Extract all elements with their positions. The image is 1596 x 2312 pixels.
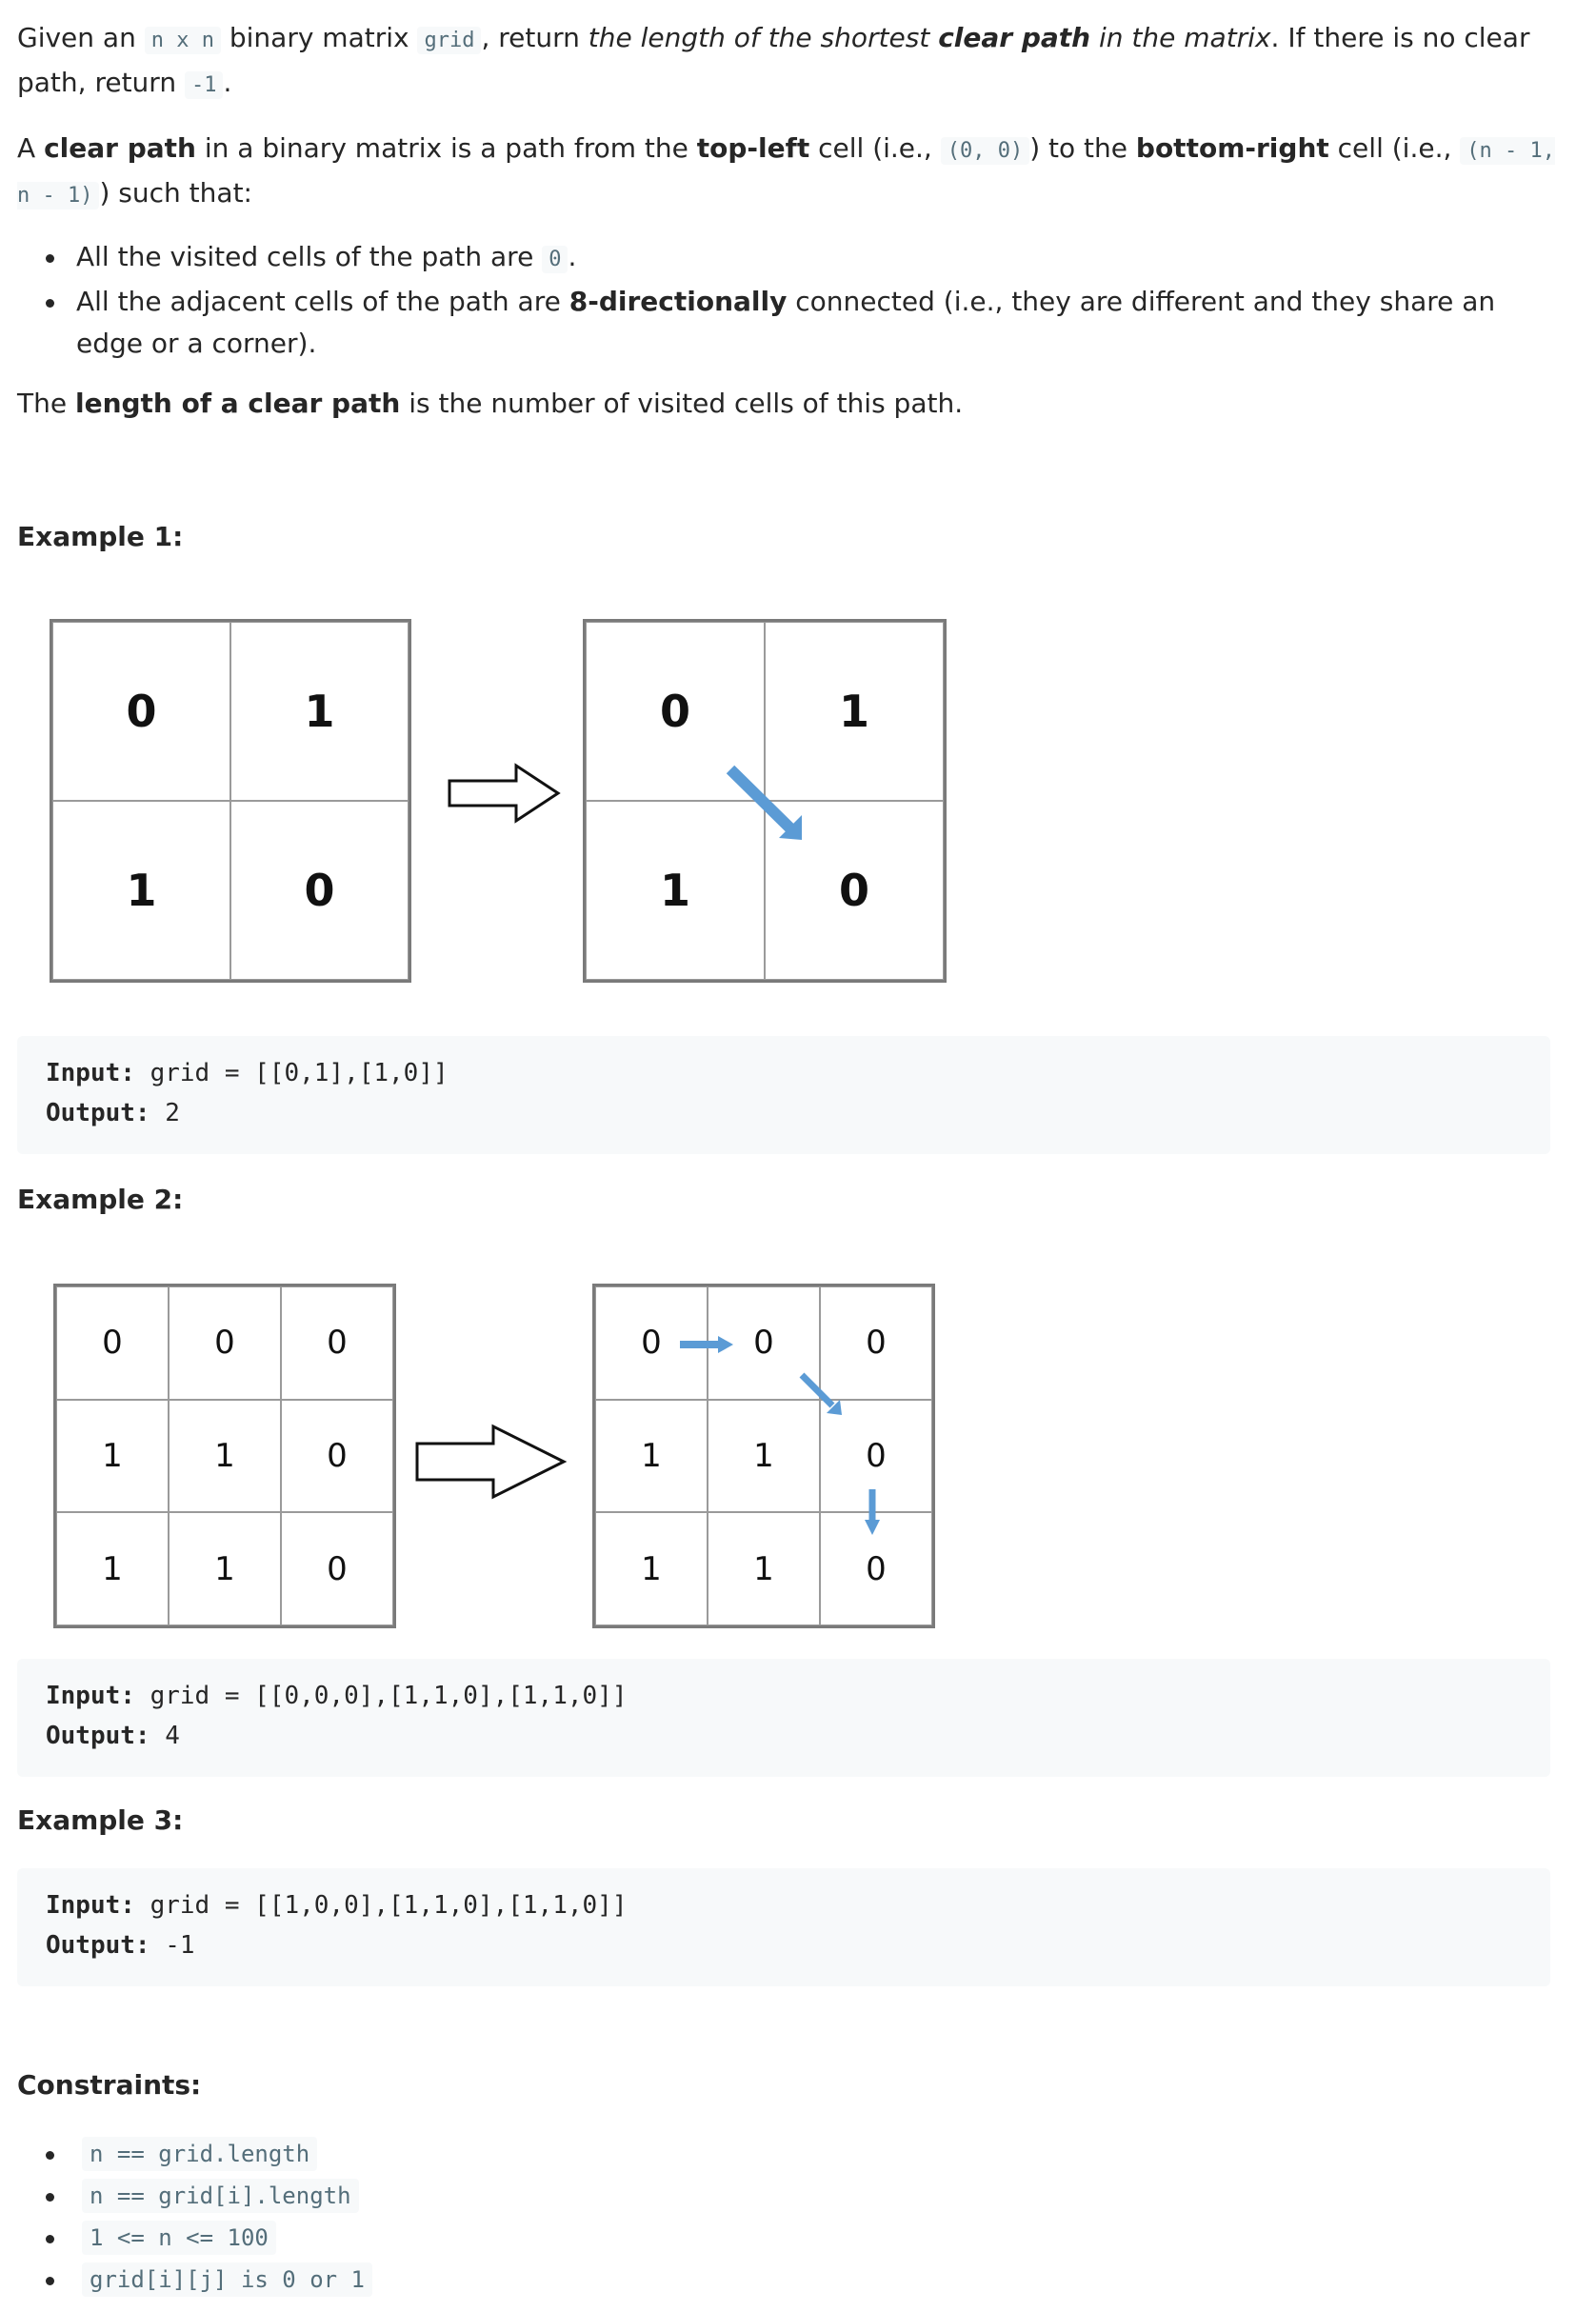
output-value: 2 (150, 1099, 180, 1127)
grid-cell: 0 (52, 622, 230, 801)
length-text: is the number of visited cells of this p… (400, 388, 964, 419)
intro-text: , return (481, 22, 589, 53)
path-arrow-head (865, 1520, 880, 1535)
grid-cell: 0 (169, 1286, 281, 1400)
example-1-input-grid: 0110 (50, 619, 411, 983)
grid-cell: 0 (56, 1286, 169, 1400)
inline-code: 0 (542, 246, 569, 273)
constraint-code: n == grid[i].length (82, 2179, 359, 2213)
input-value: grid = [[0,0,0],[1,1,0],[1,1,0]] (134, 1682, 628, 1710)
grid-cell: 1 (52, 801, 230, 980)
intro-paragraph: Given an n x n binary matrix grid, retur… (17, 17, 1560, 107)
def-text: in a binary matrix is a path from the (195, 132, 697, 164)
list-item: All the adjacent cells of the path are 8… (0, 281, 1524, 365)
definition-paragraph: A clear path in a binary matrix is a pat… (17, 128, 1560, 217)
grid-cell: 1 (169, 1399, 281, 1513)
grid-cell: 0 (281, 1399, 393, 1513)
grid-cell: 1 (230, 622, 409, 801)
example-1-output-line: Output: 2 (46, 1093, 1522, 1133)
input-label: Input: (46, 1682, 135, 1710)
input-label: Input: (46, 1059, 135, 1087)
def-text: ) such that: (99, 177, 252, 209)
transform-arrow-icon (448, 763, 561, 824)
example-2-title: Example 2: (17, 1184, 184, 1215)
path-arrow-head (718, 1336, 733, 1353)
constraints-list: n == grid.length n == grid[i].length 1 <… (0, 2133, 372, 2301)
example-1-path-arrows (726, 765, 802, 840)
length-text: The (17, 388, 75, 419)
intro-italic: the length of the shortest (588, 22, 939, 53)
def-text: A (17, 132, 45, 164)
intro-text: Given an (17, 22, 145, 53)
grid-cell: 1 (56, 1399, 169, 1513)
transform-arrow-icon (415, 1424, 568, 1500)
constraints-title: Constraints: (17, 2069, 202, 2101)
path-arrow-diagonal (726, 765, 795, 833)
example-3-output-line: Output: -1 (46, 1925, 1522, 1965)
list-item-text: All the adjacent cells of the path are (76, 286, 569, 317)
def-text: cell (i.e., (1328, 132, 1461, 164)
output-value: 4 (150, 1722, 180, 1750)
transform-arrow-shape (415, 1424, 568, 1500)
grid-cell: 0 (281, 1286, 393, 1400)
output-label: Output: (46, 1931, 150, 1960)
list-item-text: . (568, 241, 577, 272)
def-text: cell (i.e., (809, 132, 941, 164)
example-2-path-arrows (680, 1336, 880, 1535)
intro-bold-italic: clear path (938, 22, 1091, 53)
def-bold: clear path (44, 132, 196, 164)
inline-code: (0, 0) (940, 137, 1030, 165)
intro-text: . (223, 67, 232, 98)
example-2-io-block: Input: grid = [[0,0,0],[1,1,0],[1,1,0]] … (17, 1659, 1550, 1777)
input-value: grid = [[1,0,0],[1,1,0],[1,1,0]] (134, 1891, 628, 1920)
constraint-code: grid[i][j] is 0 or 1 (82, 2262, 372, 2297)
example-3-input-line: Input: grid = [[1,0,0],[1,1,0],[1,1,0]] (46, 1885, 1522, 1925)
length-paragraph: The length of a clear path is the number… (17, 383, 1560, 425)
path-conditions-list: All the visited cells of the path are 0.… (0, 236, 1524, 365)
output-value: -1 (150, 1931, 195, 1960)
def-bold: top-left (696, 132, 810, 164)
def-bold: bottom-right (1135, 132, 1329, 164)
constraint-code: 1 <= n <= 100 (82, 2221, 276, 2255)
example-3-io-block: Input: grid = [[1,0,0],[1,1,0],[1,1,0]] … (17, 1868, 1550, 1986)
grid-cell: 0 (230, 801, 409, 980)
inline-code: grid (417, 27, 482, 54)
input-label: Input: (46, 1891, 135, 1920)
grid-cell: 1 (56, 1512, 169, 1625)
path-arrow-diagonal (799, 1372, 835, 1408)
example-1-io-block: Input: grid = [[0,1],[1,0]] Output: 2 (17, 1036, 1550, 1154)
list-item-text: All the visited cells of the path are (76, 241, 543, 272)
example-2-input-line: Input: grid = [[0,0,0],[1,1,0],[1,1,0]] (46, 1676, 1522, 1716)
output-label: Output: (46, 1099, 150, 1127)
list-item-bold: 8-directionally (569, 286, 788, 317)
output-label: Output: (46, 1722, 150, 1750)
example-2-output-line: Output: 4 (46, 1716, 1522, 1756)
inline-code: -1 (184, 71, 224, 99)
intro-text: binary matrix (220, 22, 418, 53)
list-item: All the visited cells of the path are 0. (0, 236, 1524, 281)
grid-cell: 0 (281, 1512, 393, 1625)
grid-cell: 1 (169, 1512, 281, 1625)
def-text: ) to the (1029, 132, 1136, 164)
constraint-code: n == grid.length (82, 2137, 318, 2171)
example-1-title: Example 1: (17, 521, 184, 552)
intro-italic: in the matrix (1090, 22, 1271, 53)
length-bold: length of a clear path (74, 388, 401, 419)
constraint-item: grid[i][j] is 0 or 1 (0, 2259, 372, 2301)
example-3-title: Example 3: (17, 1804, 184, 1836)
constraint-item: n == grid[i].length (0, 2175, 372, 2217)
example-2-input-grid: 000110110 (53, 1284, 396, 1628)
inline-code: n x n (144, 27, 221, 54)
constraint-item: 1 <= n <= 100 (0, 2217, 372, 2259)
constraint-item: n == grid.length (0, 2133, 372, 2175)
example-1-input-line: Input: grid = [[0,1],[1,0]] (46, 1053, 1522, 1093)
input-value: grid = [[0,1],[1,0]] (134, 1059, 449, 1087)
transform-arrow-shape (448, 763, 561, 824)
